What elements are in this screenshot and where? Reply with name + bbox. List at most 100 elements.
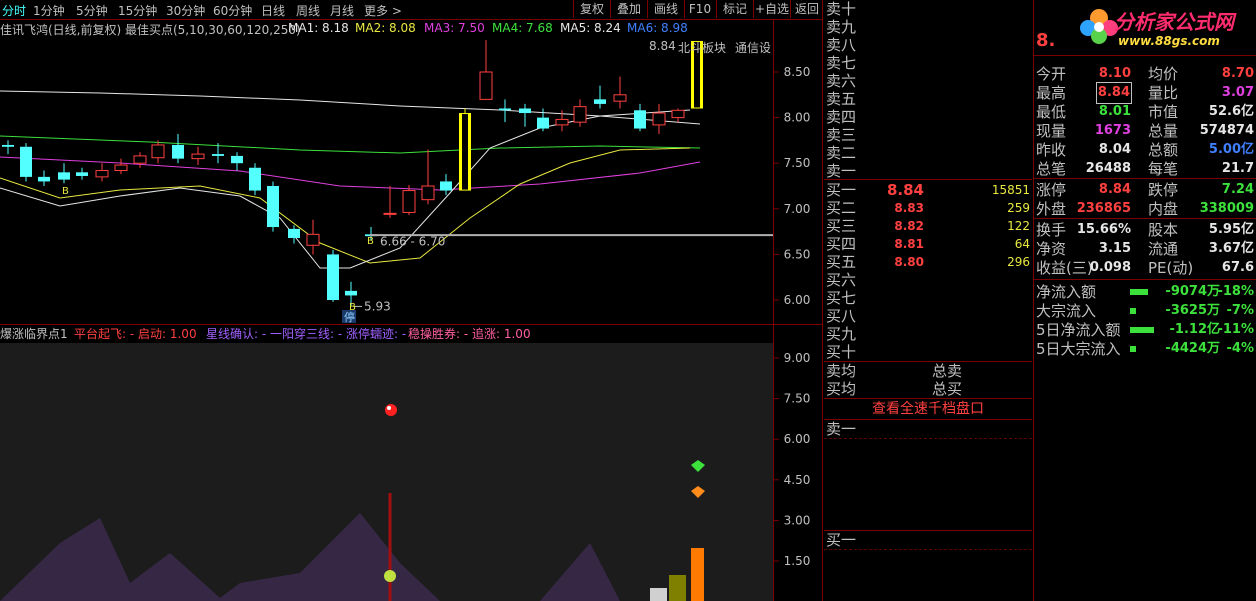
flow-bar — [1130, 308, 1136, 314]
stock-title: 佳讯飞鸿(日线,前复权) 最佳买点(5,10,30,60,120,250) — [0, 23, 301, 37]
sell-level-row: 卖六 — [824, 72, 1032, 90]
stat-value: 21.7 — [1221, 161, 1254, 176]
stat-label: 涨停 — [1036, 181, 1067, 199]
buy-level-label: 买十 — [826, 343, 857, 361]
candle-down — [172, 144, 184, 159]
candle-down — [440, 181, 452, 191]
moving-average-line — [0, 147, 691, 264]
indicator-legend: 爆涨临界点1 平台起飞: - 启动: 1.00 星线确认: - 一阳穿三线: -… — [0, 324, 773, 342]
logo-url: www.88gs.com — [1118, 34, 1220, 48]
fast-orderbook-link[interactable]: 查看全速千档盘口 — [824, 400, 1032, 418]
buy-level-price: 8.81 — [894, 237, 924, 251]
quote-stat-row: 净资 3.15 流通 3.67亿 — [1034, 239, 1256, 259]
quote-stat-row: 换手 15.66% 股本 5.95亿 — [1034, 220, 1256, 240]
ma1-label: MA1: 8.18 — [288, 21, 349, 35]
stat-value: 26488 — [1085, 161, 1131, 176]
price-axis-label: 7.00 — [784, 202, 811, 216]
stat-value: 3.15 — [1098, 241, 1131, 256]
fund-flow-row: 5日大宗流入 -4424万 -4% — [1034, 339, 1256, 359]
sell-level-label: 卖一 — [826, 162, 857, 180]
candle-up — [555, 118, 569, 126]
moving-average-line — [0, 90, 701, 125]
candle-up — [652, 112, 666, 126]
buy-marker: B — [62, 186, 69, 197]
period-1min[interactable]: 1分钟 — [33, 2, 65, 19]
stat-value: 1673 — [1094, 123, 1131, 138]
sell-level-label: 卖八 — [826, 36, 857, 54]
stat-label: 股本 — [1148, 221, 1179, 239]
stat-label: 流通 — [1148, 240, 1179, 258]
f10-button[interactable]: F10 — [684, 0, 715, 18]
flow-percent: -11% — [1217, 322, 1254, 337]
ma-legend: 佳讯飞鸿(日线,前复权) 最佳买点(5,10,30,60,120,250) MA… — [0, 20, 773, 38]
stat-value: 8.70 — [1221, 66, 1254, 81]
high-price-label: 8.84 — [649, 39, 676, 53]
stat-value: 8.84 — [1095, 82, 1133, 104]
sector-label: 通信设 — [735, 41, 771, 55]
buy-level-volume: 64 — [1014, 237, 1030, 251]
period-month[interactable]: 月线 — [330, 2, 354, 19]
mark-button[interactable]: 标记 — [716, 0, 753, 18]
period-5min[interactable]: 5分钟 — [76, 2, 108, 19]
buy-level-row: 买三 8.82 122 — [824, 217, 1032, 235]
period-week[interactable]: 周线 — [296, 2, 320, 19]
sell-level-label: 卖三 — [826, 126, 857, 144]
buy-level-label: 买一 — [826, 181, 857, 199]
quote-stat-row: 最高 8.84 量比 3.07 — [1034, 82, 1256, 104]
period-30min[interactable]: 30分钟 — [166, 2, 205, 19]
period-fenshi[interactable]: 分时 — [2, 2, 26, 19]
stat-label: 净资 — [1036, 240, 1067, 258]
sell-avg-row: 卖均 总卖 — [824, 362, 1032, 380]
flow-bar — [1130, 327, 1154, 333]
stat-value: 5.00亿 — [1208, 142, 1254, 157]
stat-value: 8.84 — [1098, 182, 1131, 197]
block-label: 北斗板块 — [678, 41, 726, 55]
draw-line-button[interactable]: 画线 — [647, 0, 684, 18]
buy-level-volume: 122 — [1007, 219, 1030, 233]
order-book: 卖十 卖九 卖八 卖七 卖六 卖五 卖四 卖三 卖二 卖一 买一 8.84 15851 买二 8.83 259… — [824, 0, 1032, 601]
moving-average-line — [0, 109, 691, 269]
sell-level-label: 卖四 — [826, 108, 857, 126]
candle-up — [95, 169, 109, 178]
candle-up — [114, 164, 128, 171]
flow-value: -4424万 — [1165, 341, 1220, 356]
period-15min[interactable]: 15分钟 — [118, 2, 157, 19]
stat-label: 每笔 — [1148, 160, 1179, 178]
add-watchlist-button[interactable]: +自选 — [753, 0, 790, 18]
buy-level-price: 8.84 — [886, 181, 924, 199]
candle-down — [20, 146, 32, 177]
period-day[interactable]: 日线 — [261, 2, 285, 19]
sell-level-row: 卖七 — [824, 54, 1032, 72]
ma3-label: MA3: 7.50 — [424, 21, 485, 35]
stat-label: 总量 — [1148, 122, 1179, 140]
sell-level-label: 卖六 — [826, 72, 857, 90]
buy-level-price: 8.83 — [894, 201, 924, 215]
indicator-bar — [669, 575, 686, 601]
back-button[interactable]: 返回 — [790, 0, 823, 18]
ma6-label: MA6: 8.98 — [627, 21, 688, 35]
candle-down — [38, 176, 50, 182]
period-60min[interactable]: 60分钟 — [213, 2, 252, 19]
stat-value: 15.66% — [1076, 222, 1131, 237]
indicator-chart[interactable]: 9.00 7.50 6.00 4.50 3.00 1.50 — [0, 343, 822, 601]
buy-level-label: 买八 — [826, 307, 857, 325]
kline-chart[interactable]: 8.50 8.00 7.50 7.00 6.50 6.00 6.66 - 6.70 5.93 8… — [0, 38, 822, 324]
quote-stat-row: 涨停 8.84 跌停 7.24 — [1034, 180, 1256, 200]
buy-level-price: 8.80 — [894, 255, 924, 269]
overlay-button[interactable]: 叠加 — [610, 0, 647, 18]
ma2-label: MA2: 8.08 — [355, 21, 416, 35]
fuquan-button[interactable]: 复权 — [573, 0, 610, 18]
stat-label: 最高 — [1036, 84, 1067, 102]
quote-stat-row: 最低 8.01 市值 52.6亿 — [1034, 102, 1256, 122]
flow-percent: -18% — [1217, 284, 1254, 299]
buy-level-volume: 15851 — [991, 183, 1030, 197]
stat-value: 338009 — [1199, 201, 1254, 216]
buy-level-label: 买四 — [826, 235, 857, 253]
candle-up — [306, 233, 320, 246]
mini-buy-row: 买一 — [824, 531, 1032, 549]
panel-divider — [822, 0, 823, 601]
ball-icon — [385, 404, 397, 416]
candle-up — [383, 212, 397, 215]
indicator-name: 爆涨临界点1 — [0, 327, 68, 341]
period-more[interactable]: 更多 > — [364, 2, 402, 19]
